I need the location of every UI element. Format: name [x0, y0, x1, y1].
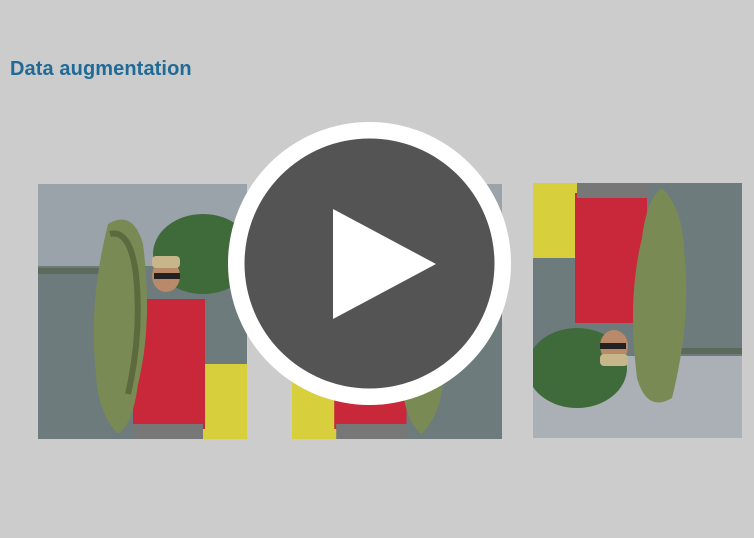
play-icon [228, 122, 511, 405]
original-photo [38, 184, 247, 439]
play-button[interactable] [228, 122, 511, 405]
slide-title: Data augmentation [10, 58, 192, 80]
rotated-photo [533, 183, 742, 438]
